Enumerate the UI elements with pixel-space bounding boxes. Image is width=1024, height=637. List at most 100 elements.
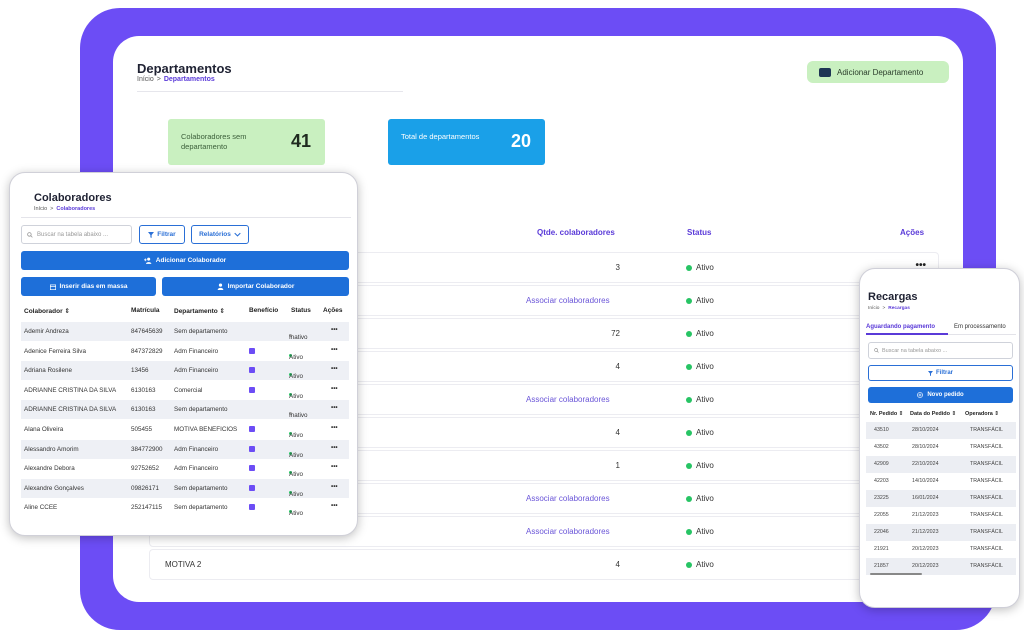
tab-processing[interactable]: Em processamento [954,324,1006,330]
table-row[interactable]: ADRIANNE CRISTINA DA SILVA 6130163 Comerci… [21,381,349,400]
breadcrumb-current: Colaboradores [56,206,96,212]
active-tab-indicator [866,333,948,335]
department-name: MOTIVA 2 [165,560,202,569]
colaboradores-filter-button[interactable]: Filtrar [139,225,185,244]
tab-awaiting-payment[interactable]: Aguardando pagamento [866,324,935,330]
more-actions-icon[interactable]: ••• [331,483,338,490]
stat-label: Total de departamentos [401,132,480,141]
stage: Departamentos Início > Departamentos Adici… [0,0,1024,637]
bus-icon [249,386,255,393]
table-row[interactable]: Aline CCEE 252147115 Sem departamento Ativo… [21,498,349,517]
import-colaborador-button[interactable]: Importar Colaborador [162,277,349,296]
status-badge: Ativo [686,428,714,437]
breadcrumb-separator: > [50,206,54,212]
associate-colaboradores-link[interactable]: Associar colaboradores [526,395,610,404]
table-row[interactable]: 22046 21/12/2023 TRANSFÁCIL [866,524,1016,541]
status-label: Ativo [696,494,714,503]
table-row[interactable]: Ademir Andreza 847645639 Sem departamento I… [21,322,349,341]
column-header-qty[interactable]: Qtde. colaboradores [537,228,615,237]
departamento: Adm Financeiro [174,367,219,375]
column-header-matricula[interactable]: Matrícula [131,307,160,314]
filter-icon [148,231,155,238]
colaboradores-search-input[interactable]: Buscar na tabela abaixo ... [21,225,132,244]
more-actions-icon[interactable]: ••• [331,424,338,431]
associate-colaboradores-link[interactable]: Associar colaboradores [526,296,610,305]
status-dot-icon [686,495,692,502]
table-row[interactable]: ADRIANNE CRISTINA DA SILVA 6130163 Sem dep… [21,400,349,420]
table-row[interactable]: 21921 20/12/2023 TRANSFÁCIL [866,541,1016,558]
table-row[interactable]: 42909 22/10/2024 TRANSFÁCIL [866,456,1016,473]
column-header-label: Departamento [174,308,218,315]
table-row[interactable]: 22055 21/12/2023 TRANSFÁCIL [866,507,1016,524]
colaborador-name: Alexandre Debora [24,465,75,473]
table-row[interactable]: Alessandro Amorim 384772900 Adm Financeiro… [21,439,349,459]
table-row[interactable]: Adenice Ferreira Silva 847372829 Adm Finan… [21,342,349,361]
reports-dropdown[interactable]: Relatórios [191,225,249,244]
column-header-beneficio[interactable]: Benefício [249,307,278,314]
table-row[interactable]: 42203 14/10/2024 TRANSFÁCIL [866,473,1016,490]
more-actions-icon[interactable]: ••• [331,365,338,372]
breadcrumb-home[interactable]: Início [137,76,154,83]
column-header-colaborador[interactable]: Colaborador ⇕ [24,307,70,315]
order-number: 21857 [874,563,889,569]
order-number: 22046 [874,529,889,535]
column-header-departamento[interactable]: Departamento ⇕ [174,307,225,315]
more-actions-icon[interactable]: ••• [331,385,338,392]
add-colaborador-button[interactable]: Adicionar Colaborador [21,251,349,270]
new-order-button[interactable]: Novo pedido [868,387,1013,403]
recargas-search-input[interactable]: Buscar na tabela abaixo ... [868,342,1013,359]
breadcrumb-home[interactable]: Início [868,306,879,311]
more-actions-icon[interactable]: ••• [331,346,338,353]
matricula: 252147115 [131,504,163,512]
status-badge: Ativo [686,527,714,536]
column-header-acoes: Ações [323,307,343,314]
status-badge: Ativo [686,329,714,338]
bus-icon [249,367,255,374]
filter-icon [927,370,933,376]
order-date: 16/01/2024 [912,495,939,501]
order-number: 43510 [874,427,889,433]
status-dot-icon [686,297,692,304]
associate-colaboradores-link[interactable]: Associar colaboradores [526,494,610,503]
bus-icon [249,504,255,511]
column-header-date[interactable]: Data do Pedido ⇕ [910,411,956,417]
status-dot-icon [686,363,692,370]
department-row[interactable]: MOTIVA 2 4 Ativo [149,549,939,580]
more-actions-icon[interactable]: ••• [331,444,338,451]
status-label: Ativo [696,395,714,404]
calendar-icon [49,284,56,290]
new-order-label: Novo pedido [927,392,964,398]
colaboradores-count: 3 [615,263,620,272]
table-row[interactable]: 23225 16/01/2024 TRANSFÁCIL [866,490,1016,507]
table-row[interactable]: 43502 28/10/2024 TRANSFÁCIL [866,439,1016,456]
title-divider [137,91,403,92]
more-actions-icon[interactable]: ••• [331,502,338,509]
colaboradores-count: 1 [615,461,620,470]
recargas-filter-button[interactable]: Filtrar [868,365,1013,381]
recargas-breadcrumb: Início > Recargas [868,306,910,311]
column-header-status[interactable]: Status [687,228,711,237]
column-header-order[interactable]: Nr. Pedido ⇕ [870,411,903,417]
stat-label: Colaboradores sem departamento [181,132,247,151]
insert-days-button[interactable]: Inserir dias em massa [21,277,156,296]
stat-card-unassigned: Colaboradores sem departamento 41 [168,119,325,165]
breadcrumb: Início > Departamentos [137,76,215,83]
table-row[interactable]: Alexandre Gonçalves 09826171 Sem departame… [21,478,349,498]
colaborador-name: Aline CCEE [24,504,58,512]
table-row[interactable]: 43510 28/10/2024 TRANSFÁCIL [866,422,1016,439]
table-row[interactable]: Alana Oliveira 505455 MOTIVA BENEFICIOS Ati… [21,420,349,439]
column-header-status[interactable]: Status [291,307,311,314]
more-actions-icon[interactable]: ••• [331,463,338,470]
matricula: 847372829 [131,347,163,355]
more-actions-icon[interactable]: ••• [331,404,338,411]
table-row[interactable]: Adriana Rosilene 13456 Adm Financeiro Ativo… [21,361,349,381]
more-actions-icon[interactable]: ••• [331,326,338,333]
associate-colaboradores-link[interactable]: Associar colaboradores [526,527,610,536]
matricula: 505455 [131,426,153,433]
breadcrumb-home[interactable]: Início [34,206,47,212]
status-label: Inativo [289,334,308,341]
table-row[interactable]: Alexandre Debora 92752652 Adm Financeiro At… [21,459,349,478]
horizontal-scrollbar[interactable] [870,573,922,575]
add-department-button[interactable]: Adicionar Departamento [807,61,949,83]
column-header-operator[interactable]: Operadora ⇕ [965,411,999,417]
